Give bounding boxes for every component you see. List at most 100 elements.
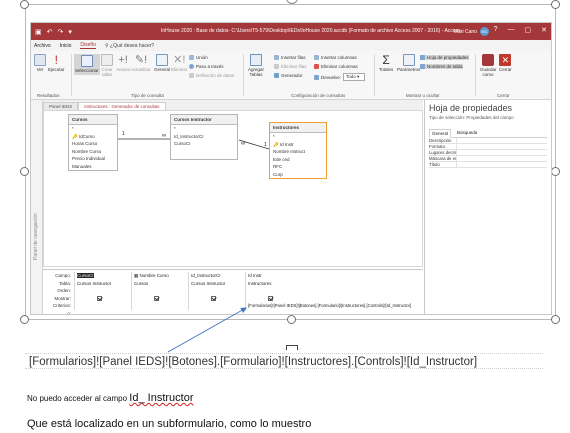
grid-criteria-cell[interactable]: [132, 302, 187, 310]
table-instructores[interactable]: Instructores * 🔑 Id Instr Nombre Instruc…: [269, 122, 327, 179]
crear-tabla-button[interactable]: Crear tabla: [100, 54, 114, 78]
grid-table-cell[interactable]: Cursos Instructor: [189, 280, 244, 288]
tab-inicio[interactable]: Inicio: [60, 43, 72, 49]
grid-sort-cell[interactable]: [189, 287, 244, 295]
general-button[interactable]: General: [154, 54, 170, 73]
grid-show-cell[interactable]: [246, 295, 425, 303]
doc-tab-query-builder[interactable]: Instructores : Generador de consultas: [78, 102, 166, 110]
user-account[interactable]: Mari Cano MC: [454, 27, 489, 36]
grid-sort-cell[interactable]: [246, 287, 425, 295]
minimize-icon[interactable]: —: [508, 26, 515, 34]
checkbox-icon[interactable]: [211, 295, 216, 301]
checkbox-icon[interactable]: [97, 295, 102, 301]
maximize-icon[interactable]: ▢: [525, 26, 532, 34]
table-field[interactable]: 🔑 Id Instr: [270, 141, 326, 149]
table-field[interactable]: Ede ced: [270, 156, 326, 164]
grid-field-cell[interactable]: ▦ Nombre Curso: [132, 272, 187, 280]
table-field[interactable]: Nombre Curso: [69, 148, 117, 156]
eliminar-filas-button[interactable]: Eliminar filas: [274, 64, 307, 69]
expression-text[interactable]: [Formularios]![Panel IEDS]![Botones].[Fo…: [25, 353, 543, 369]
grid-table-cell[interactable]: Instructores: [246, 280, 425, 288]
table-field[interactable]: Manuales: [69, 163, 117, 171]
table-field[interactable]: Curp: [270, 171, 326, 179]
table-field[interactable]: CursoCI: [171, 140, 237, 148]
redo-icon[interactable]: ↷: [58, 28, 64, 36]
grid-field-cell[interactable]: CursoCI: [75, 272, 130, 280]
ejecutar-button[interactable]: ! Ejecutar: [48, 54, 65, 73]
resize-handle-icon[interactable]: [551, 167, 560, 176]
help-icon[interactable]: ?: [494, 26, 498, 34]
table-cursos-instructor[interactable]: Cursos Instructor * Id_InstructorCI Curs…: [170, 114, 238, 160]
table-field[interactable]: *: [69, 125, 117, 133]
table-field[interactable]: RFC: [270, 163, 326, 171]
parametros-button[interactable]: Parámetros: [397, 54, 420, 73]
grid-sort-cell[interactable]: [132, 287, 187, 295]
query-design-canvas[interactable]: 1 ∞ ∞ 1 Cursos * 🔑 IdCurso Horas Curso N…: [43, 110, 423, 267]
grid-criteria-cell[interactable]: [189, 302, 244, 310]
property-row[interactable]: Título: [429, 162, 547, 168]
table-field[interactable]: 🔑 IdCurso: [69, 133, 117, 141]
agregar-tablas-button[interactable]: Agregar Tablas: [246, 54, 266, 78]
anexar-button[interactable]: +! Anexar: [116, 54, 130, 73]
generador-button[interactable]: Generador: [274, 73, 303, 78]
undo-icon[interactable]: ↶: [47, 28, 53, 36]
paso-a-traves-button[interactable]: Paso a través: [189, 64, 224, 69]
eliminar-button[interactable]: ✕! Eliminar: [171, 54, 187, 73]
save-icon[interactable]: ▣: [35, 28, 42, 36]
insertar-columnas-button[interactable]: Insertar columnas: [314, 55, 357, 60]
table-field[interactable]: Precio Individual: [69, 155, 117, 163]
resize-handle-icon[interactable]: [551, 315, 560, 324]
union-icon: [189, 55, 194, 60]
table-field[interactable]: *: [270, 133, 326, 141]
grid-show-cell[interactable]: [75, 295, 130, 303]
definicion-datos-button[interactable]: Definición de datos: [189, 73, 234, 78]
tab-archivo[interactable]: Archivo: [34, 43, 51, 49]
grid-criteria-cell[interactable]: [75, 302, 130, 310]
close-icon[interactable]: ✕: [541, 26, 547, 34]
grid-table-cell[interactable]: Cursos Instructor: [75, 280, 130, 288]
tab-diseno[interactable]: Diseño: [80, 42, 96, 49]
grid-table-cell[interactable]: Cursos: [132, 280, 187, 288]
tab-busqueda[interactable]: Búsqueda: [455, 129, 479, 137]
ver-button[interactable]: Ver: [34, 54, 46, 73]
criteria-expression[interactable]: [Formularios]![Panel IEDS]![Botones].[Fo…: [248, 303, 411, 308]
checkbox-icon[interactable]: [154, 295, 159, 301]
table-cursos[interactable]: Cursos * 🔑 IdCurso Horas Curso Nombre Cu…: [68, 114, 118, 171]
insertar-filas-button[interactable]: Insertar filas: [274, 55, 306, 60]
devuelve-select[interactable]: Todo ▾: [343, 73, 366, 81]
table-field[interactable]: Id_InstructorCI: [171, 133, 237, 141]
navigation-pane[interactable]: Panel de navegación: [31, 100, 43, 314]
grid-column[interactable]: ▦ Nombre Curso Cursos: [131, 272, 187, 310]
resize-handle-icon[interactable]: [287, 315, 296, 324]
grid-show-cell[interactable]: [189, 295, 244, 303]
totales-button[interactable]: Σ Totales: [379, 54, 393, 73]
union-button[interactable]: Unión: [189, 55, 208, 60]
tell-me-search[interactable]: ⚲ ¿Qué desea hacer?: [105, 43, 154, 49]
guardar-como-button[interactable]: Guardar como: [480, 54, 497, 78]
resize-handle-icon[interactable]: [20, 0, 29, 9]
actualizar-button[interactable]: ✎! Actualizar: [131, 54, 151, 73]
grid-column[interactable]: CursoCI Cursos Instructor: [74, 272, 130, 310]
property-tabs: General Búsqueda: [429, 129, 547, 138]
table-field[interactable]: Horas Curso: [69, 140, 117, 148]
checkbox-icon[interactable]: [268, 295, 273, 301]
qat-dropdown-icon[interactable]: ▾: [68, 28, 72, 36]
grid-field-cell[interactable]: Id Instr: [246, 272, 425, 280]
table-field[interactable]: *: [171, 125, 237, 133]
seleccionar-button[interactable]: Seleccionar: [74, 54, 100, 75]
resize-handle-icon[interactable]: [551, 0, 560, 9]
grid-show-cell[interactable]: [132, 295, 187, 303]
hoja-propiedades-button[interactable]: Hoja de propiedades: [420, 55, 469, 60]
relation-many-label: ∞: [241, 141, 246, 147]
grid-field-cell[interactable]: Id_InstructorCI: [189, 272, 244, 280]
resize-handle-icon[interactable]: [20, 315, 29, 324]
table-field[interactable]: Nombre Instruct: [270, 148, 326, 156]
nombres-tabla-button[interactable]: Nombres de tabla: [420, 64, 463, 69]
eliminar-columnas-button[interactable]: Eliminar columnas: [314, 64, 358, 69]
resize-handle-icon[interactable]: [20, 167, 29, 176]
doc-tab-panel-ieds[interactable]: Panel IEDS: [43, 102, 79, 110]
cerrar-button[interactable]: ✕ Cerrar: [499, 54, 512, 73]
grid-column[interactable]: Id_InstructorCI Cursos Instructor: [188, 272, 244, 310]
grid-sort-cell[interactable]: [75, 287, 130, 295]
tab-general[interactable]: General: [429, 129, 452, 138]
